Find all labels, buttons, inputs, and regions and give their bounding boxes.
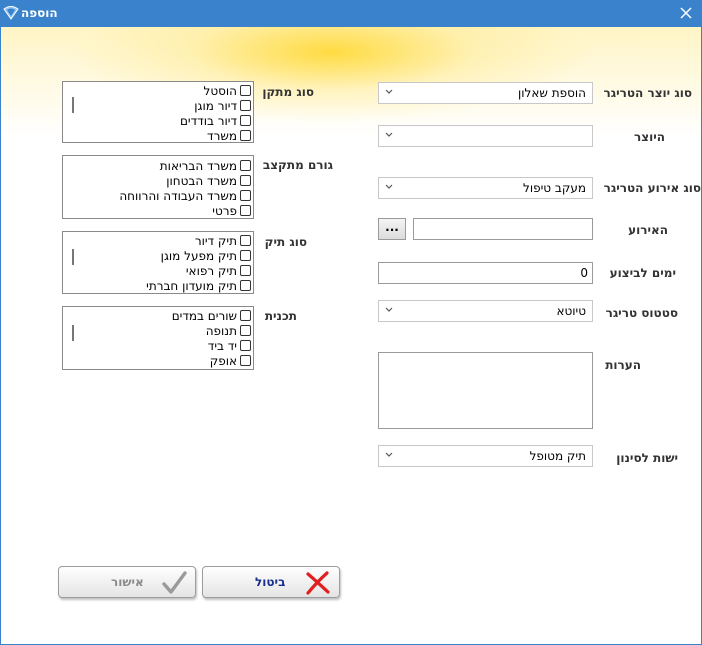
list-item[interactable]: תיק דיור — [195, 233, 251, 248]
event-field[interactable] — [413, 218, 593, 240]
filter-entity-label: ישות לסינון — [616, 451, 678, 465]
list-item[interactable]: תנופה — [206, 323, 251, 338]
trigger-creator-type-label: סוג יוצר הטריגר — [603, 86, 692, 100]
cancel-x-icon — [306, 571, 330, 595]
checkbox[interactable] — [240, 340, 251, 351]
program-label: תכנית — [264, 309, 297, 323]
facility-type-label: סוג מתקן — [262, 85, 314, 99]
cancel-button[interactable]: ביטול — [202, 566, 340, 598]
chevron-down-icon — [385, 89, 393, 94]
chevron-down-icon — [385, 452, 393, 457]
event-label: האירוע — [628, 223, 668, 237]
trigger-status-value: טיוטא — [556, 304, 586, 318]
list-item[interactable]: משרד העבודה והרווחה — [119, 188, 251, 203]
days-to-execute-field[interactable]: 0 — [378, 262, 593, 284]
case-type-list[interactable]: תיק דיור תיק מפעל מוגן תיק רפואי תיק מוע… — [62, 231, 254, 294]
notes-label: הערות — [605, 358, 641, 372]
window-title: הוספה — [21, 6, 58, 20]
list-item[interactable]: שורים במדים — [172, 308, 251, 323]
trigger-event-type-value: מעקב טיפול — [523, 181, 586, 195]
event-browse-button[interactable]: ... — [378, 218, 406, 240]
trigger-event-type-select[interactable]: מעקב טיפול — [378, 177, 593, 199]
list-item[interactable]: תיק רפואי — [186, 263, 251, 278]
trigger-status-label: סטטוס טריגר — [605, 306, 678, 320]
confirm-button[interactable]: אישור — [58, 566, 196, 598]
list-item[interactable]: דיור מוגן — [194, 98, 251, 113]
list-scrollbar-thumb[interactable] — [72, 325, 74, 341]
funding-body-label: גורם מתקצב — [262, 158, 333, 172]
checkbox[interactable] — [240, 325, 251, 336]
app-logo-icon — [3, 6, 19, 20]
close-icon[interactable] — [676, 3, 696, 23]
list-item[interactable]: דיור בודדים — [180, 113, 251, 128]
checkbox[interactable] — [240, 355, 251, 366]
checkbox[interactable] — [240, 190, 251, 201]
trigger-creator-type-select[interactable]: הוספת שאלון — [378, 82, 593, 104]
list-item[interactable]: תיק מועדון חברתי — [146, 278, 251, 293]
checkbox[interactable] — [240, 100, 251, 111]
facility-type-list[interactable]: הוסטל דיור מוגן דיור בודדים משרד — [62, 81, 254, 143]
days-to-execute-value: 0 — [580, 266, 588, 280]
checkbox[interactable] — [240, 175, 251, 186]
funding-body-list[interactable]: משרד הבריאות משרד הבטחון משרד העבודה והר… — [62, 155, 254, 219]
checkbox[interactable] — [240, 310, 251, 321]
program-list[interactable]: שורים במדים תנופה יד ביד אופק — [62, 306, 254, 370]
list-scrollbar-thumb[interactable] — [72, 97, 74, 113]
trigger-status-select[interactable]: טיוטא — [378, 300, 593, 322]
filter-entity-value: תיק מטופל — [529, 449, 586, 463]
case-type-label: סוג תיק — [264, 235, 307, 249]
confirm-button-label: אישור — [111, 575, 144, 589]
checkbox[interactable] — [240, 205, 251, 216]
creator-label: היוצר — [634, 130, 665, 144]
checkbox[interactable] — [240, 160, 251, 171]
checkbox[interactable] — [240, 250, 251, 261]
list-item[interactable]: משרד הבריאות — [160, 158, 251, 173]
list-item[interactable]: הוסטל — [204, 83, 251, 98]
chevron-down-icon — [385, 184, 393, 189]
checkbox[interactable] — [240, 85, 251, 96]
checkbox[interactable] — [240, 130, 251, 141]
list-item[interactable]: יד ביד — [208, 338, 251, 353]
list-item[interactable]: אופק — [210, 353, 251, 368]
trigger-creator-type-value: הוספת שאלון — [518, 86, 586, 100]
checkbox[interactable] — [240, 265, 251, 276]
list-item[interactable]: תיק מפעל מוגן — [161, 248, 251, 263]
chevron-down-icon — [385, 132, 393, 137]
title-bar: הוספה — [0, 0, 702, 27]
trigger-event-type-label: סוג אירוע הטריגר — [603, 181, 701, 195]
chevron-down-icon — [385, 307, 393, 312]
filter-entity-select[interactable]: תיק מטופל — [378, 445, 593, 467]
checkbox[interactable] — [240, 280, 251, 291]
list-item[interactable]: משרד — [207, 128, 251, 143]
checkmark-icon — [162, 571, 187, 594]
checkbox[interactable] — [240, 235, 251, 246]
days-to-execute-label: ימים לביצוע — [609, 266, 676, 280]
notes-textarea[interactable] — [378, 352, 593, 429]
list-item[interactable]: משרד הבטחון — [166, 173, 251, 188]
list-scrollbar-thumb[interactable] — [72, 249, 74, 265]
creator-select[interactable] — [378, 125, 593, 147]
checkbox[interactable] — [240, 115, 251, 126]
cancel-button-label: ביטול — [255, 575, 286, 589]
list-item[interactable]: פרטי — [212, 203, 251, 218]
